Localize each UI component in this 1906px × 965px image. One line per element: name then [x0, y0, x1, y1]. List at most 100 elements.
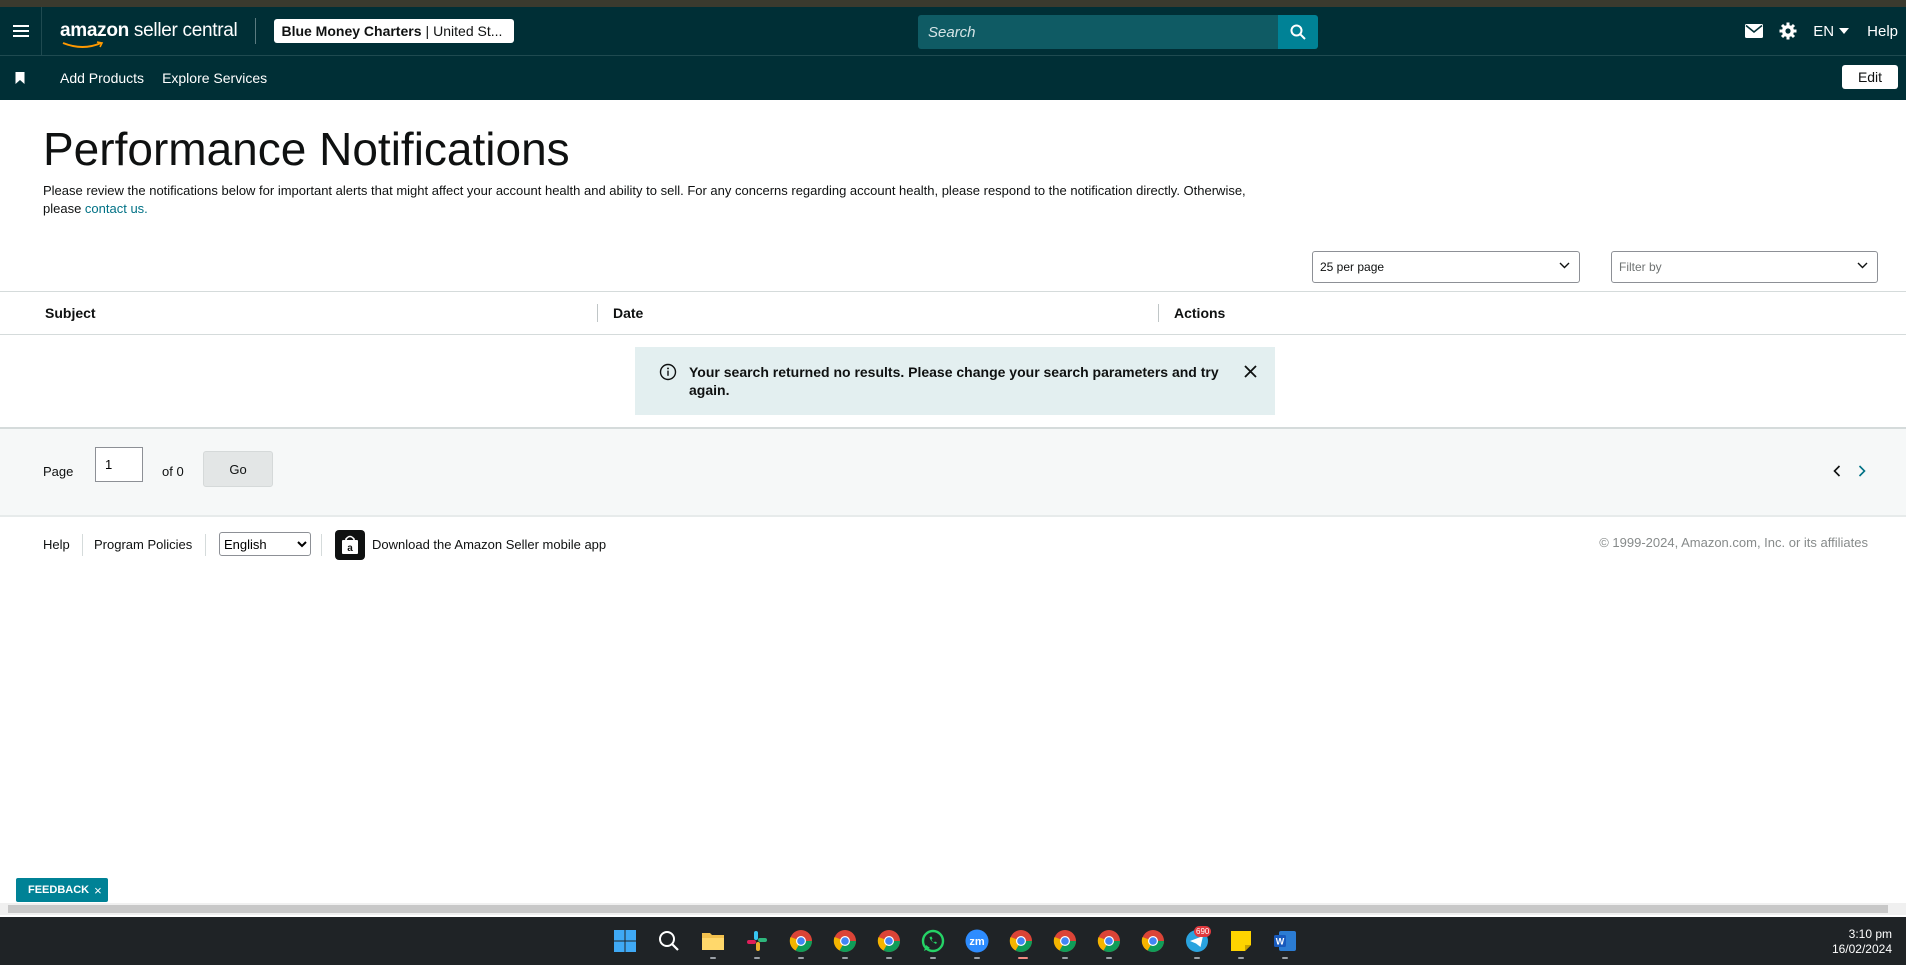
- language-selector[interactable]: EN: [1813, 22, 1850, 40]
- pagination-bar: Page of 0 Go: [0, 427, 1906, 517]
- horizontal-scrollbar[interactable]: [0, 903, 1906, 915]
- taskbar-indicator: [1062, 957, 1068, 959]
- feedback-close-icon[interactable]: ×: [94, 883, 102, 898]
- go-button[interactable]: Go: [203, 451, 273, 487]
- browser-top-edge: [0, 0, 1906, 7]
- header-divider: [255, 18, 257, 44]
- alert-message: Your search returned no results. Please …: [689, 364, 1219, 398]
- page-title: Performance Notifications: [43, 123, 570, 175]
- column-divider: [1158, 304, 1159, 322]
- clock-date: 16/02/2024: [1831, 942, 1892, 956]
- help-link[interactable]: Help: [1867, 23, 1898, 40]
- system-clock[interactable]: 3:10 pm 16/02/2024: [1832, 927, 1892, 957]
- feedback-label: FEEDBACK: [28, 884, 90, 896]
- per-page-select[interactable]: 25 per page: [1312, 251, 1580, 283]
- close-icon[interactable]: [1244, 365, 1257, 378]
- search-bar: [918, 15, 1318, 49]
- windows-start-icon[interactable]: [613, 929, 637, 953]
- search-icon: [1290, 24, 1306, 40]
- no-results-alert: Your search returned no results. Please …: [635, 347, 1275, 415]
- amazon-smile-icon: [62, 41, 104, 48]
- logo-amazon-text: amazon: [60, 20, 129, 41]
- mail-icon: [1745, 24, 1764, 38]
- search-icon[interactable]: [657, 929, 681, 953]
- page-total: of 0: [162, 464, 184, 479]
- messages-button[interactable]: [1745, 24, 1764, 38]
- search-input[interactable]: [918, 15, 1278, 49]
- word-icon[interactable]: W: [1273, 929, 1297, 953]
- column-header-date[interactable]: Date: [613, 305, 643, 321]
- chrome-icon[interactable]: [1053, 929, 1077, 953]
- clock-time: 3:10 pm: [1848, 927, 1892, 941]
- whatsapp-icon[interactable]: [921, 929, 945, 953]
- chrome-icon[interactable]: [789, 929, 813, 953]
- slack-icon[interactable]: [745, 929, 769, 953]
- language-label: EN: [1813, 22, 1835, 40]
- hamburger-menu-button[interactable]: [0, 7, 42, 55]
- logo-seller-central-text: seller central: [128, 20, 238, 41]
- taskbar-indicator: [798, 957, 804, 959]
- page-description: Please review the notifications below fo…: [43, 182, 1283, 218]
- taskbar-indicator: [1238, 957, 1244, 959]
- chrome-icon[interactable]: [1141, 929, 1165, 953]
- filter-by-select[interactable]: Filter by: [1611, 251, 1878, 283]
- taskbar-indicator: [710, 957, 716, 959]
- nav-item-explore-services[interactable]: Explore Services: [162, 70, 267, 86]
- taskbar-indicator: [930, 957, 936, 959]
- telegram-badge: 690: [1194, 926, 1212, 937]
- chrome-icon[interactable]: [833, 929, 857, 953]
- column-header-actions[interactable]: Actions: [1174, 305, 1225, 321]
- page-footer: Help Program Policies English a Download…: [0, 530, 1906, 560]
- column-header-subject[interactable]: Subject: [45, 305, 96, 321]
- edit-nav-button[interactable]: Edit: [1842, 65, 1898, 89]
- sticky-notes-icon[interactable]: [1229, 929, 1253, 953]
- amazon-seller-central-logo[interactable]: amazon seller central: [60, 20, 238, 48]
- scrollbar-thumb[interactable]: [8, 905, 1888, 913]
- header-right-tools: EN Help: [1745, 7, 1906, 55]
- chrome-icon[interactable]: [1009, 929, 1033, 953]
- per-page-value: 25 per page: [1320, 260, 1385, 274]
- download-app-link[interactable]: Download the Amazon Seller mobile app: [372, 537, 606, 552]
- bookmark-icon[interactable]: [14, 72, 26, 84]
- svg-text:W: W: [1276, 937, 1285, 947]
- zoom-icon[interactable]: zm: [965, 929, 989, 953]
- caret-down-icon: [1839, 28, 1850, 34]
- taskbar-indicator: [1282, 957, 1288, 959]
- settings-button[interactable]: [1779, 22, 1797, 40]
- search-button[interactable]: [1278, 15, 1318, 49]
- account-separator: |: [425, 23, 430, 39]
- gear-icon: [1779, 22, 1797, 40]
- column-divider: [597, 304, 598, 322]
- taskbar-active-indicator: [1018, 957, 1028, 959]
- chrome-icon[interactable]: [877, 929, 901, 953]
- taskbar-indicator: [974, 957, 980, 959]
- info-icon: [659, 363, 677, 381]
- file-explorer-icon[interactable]: [701, 929, 725, 953]
- footer-program-policies-link[interactable]: Program Policies: [94, 537, 192, 552]
- contact-us-link[interactable]: contact us.: [85, 201, 148, 216]
- page-label: Page: [43, 464, 74, 479]
- footer-language-select[interactable]: English: [219, 532, 311, 556]
- chevron-down-icon: [1857, 262, 1868, 269]
- nav-item-add-products[interactable]: Add Products: [60, 70, 144, 86]
- taskbar-indicator: [754, 957, 760, 959]
- amazon-seller-app-logo[interactable]: a: [335, 530, 365, 560]
- footer-help-link[interactable]: Help: [43, 537, 70, 552]
- hamburger-icon: [12, 25, 29, 37]
- footer-divider: [205, 534, 206, 556]
- account-name: Blue Money Charters: [281, 23, 422, 39]
- footer-divider: [82, 534, 83, 556]
- footer-divider: [321, 534, 322, 556]
- taskbar-indicator: [886, 957, 892, 959]
- chrome-icon[interactable]: [1097, 929, 1121, 953]
- taskbar-indicator: [1106, 957, 1112, 959]
- chevron-left-icon[interactable]: [1833, 465, 1841, 477]
- taskbar-indicator: [1194, 957, 1200, 959]
- account-region: United St...: [433, 23, 503, 39]
- feedback-button[interactable]: FEEDBACK ×: [16, 878, 108, 902]
- page-number-input[interactable]: [95, 447, 143, 482]
- top-header: amazon seller central Blue Money Charter…: [0, 7, 1906, 55]
- notifications-table-header: Subject Date Actions: [0, 291, 1906, 335]
- chevron-right-icon[interactable]: [1858, 465, 1866, 477]
- account-switcher[interactable]: Blue Money Charters | United St...: [274, 19, 515, 43]
